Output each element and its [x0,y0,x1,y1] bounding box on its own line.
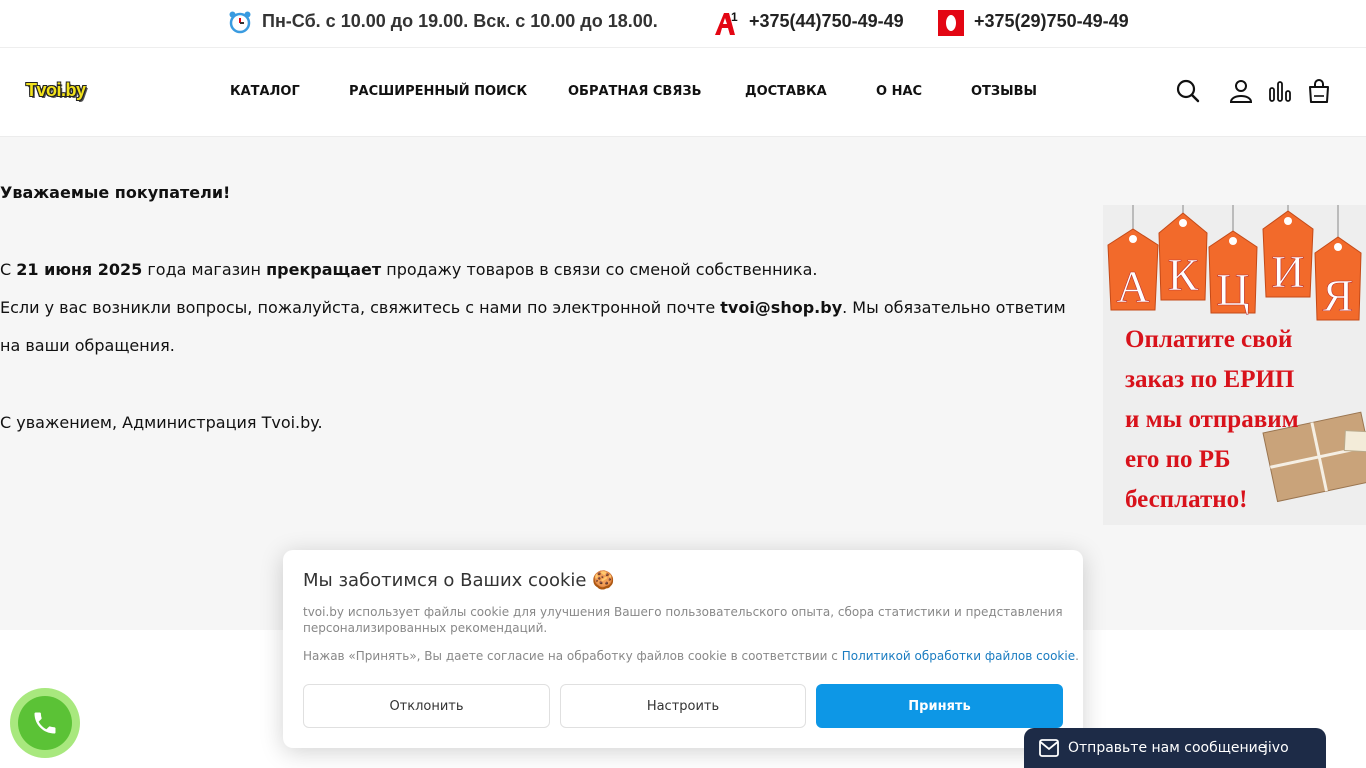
compare-icon[interactable] [1267,78,1293,104]
notice-email[interactable]: tvoi@shop.by [720,298,842,317]
jivo-logo: jivo [1264,740,1289,756]
notice-text: . Мы обязательно ответим [842,298,1066,317]
notice-text: Если у вас возникли вопросы, пожалуйста,… [0,298,721,317]
promo-graphic: А К Ц И Я Оплатите свой заказ по ЕРИП и … [1103,205,1366,525]
cookie-decline-button[interactable]: Отклонить [303,684,550,728]
a1-operator-icon: 1 [715,10,738,35]
cookie-consent-dialog: Мы заботимся о Ваших cookie 🍪 tvoi.by ис… [283,550,1083,748]
promo-line: заказ по ЕРИП [1125,366,1294,393]
svg-text:1: 1 [731,10,738,24]
notice-signature: С уважением, Администрация Tvoi.by. [0,413,323,432]
mts-operator-icon [938,10,964,36]
promo-line: его по РБ [1125,446,1231,473]
callback-button-inner [18,696,72,750]
user-icon[interactable] [1228,78,1254,104]
notice-text: продажу товаров в связи со сменой собств… [381,260,818,279]
promo-tag-letter: Я [1323,270,1354,321]
nav-delivery[interactable]: ДОСТАВКА [745,84,827,99]
notice-date: 21 июня 2025 [16,260,143,279]
nav-advanced-search[interactable]: РАСШИРЕННЫЙ ПОИСК [349,84,527,99]
site-logo[interactable]: Tvoi.by [26,80,86,101]
consent-suffix: . [1075,649,1079,663]
notice-greeting: Уважаемые покупатели! [0,183,231,202]
nav-reviews[interactable]: ОТЗЫВЫ [971,84,1037,99]
cookie-consent-text: Нажав «Принять», Вы даете согласие на об… [303,649,1079,663]
cookie-description: tvoi.by использует файлы cookie для улуч… [303,605,1063,635]
working-hours: Пн-Сб. с 10.00 до 19.00. Вск. с 10.00 до… [262,11,658,31]
chat-widget[interactable]: Отправьте нам сообщение jivo [1024,728,1326,768]
promo-tag-letter: К [1168,249,1199,300]
promo-tag-letter: И [1271,246,1304,297]
promo-line: и мы отправим [1125,406,1299,433]
cookie-title: Мы заботимся о Ваших cookie 🍪 [303,570,615,591]
envelope-icon [1039,739,1059,757]
promo-line: Оплатите свой [1125,326,1292,353]
notice-line-2: Если у вас возникли вопросы, пожалуйста,… [0,298,1066,317]
phone-icon [34,712,56,734]
notice-text: года магазин [142,260,267,279]
notice-verb: прекращает [266,260,382,279]
promo-banner[interactable]: А К Ц И Я Оплатите свой заказ по ЕРИП и … [1103,205,1366,525]
phone-mts[interactable]: +375(29)750-49-49 [974,11,1129,32]
callback-button[interactable] [10,688,80,758]
nav-feedback[interactable]: ОБРАТНАЯ СВЯЗЬ [568,84,702,99]
notice-line-3: на ваши обращения. [0,336,175,355]
nav-catalog[interactable]: КАТАЛОГ [230,84,300,99]
promo-tag-letter: А [1116,261,1149,312]
phone-a1[interactable]: +375(44)750-49-49 [749,11,904,32]
notice-line-1: С 21 июня 2025 года магазин прекращает п… [0,260,817,279]
cookie-policy-link[interactable]: Политикой обработки файлов cookie [842,649,1075,663]
site-header: Tvoi.by КАТАЛОГ РАСШИРЕННЫЙ ПОИСК ОБРАТН… [0,48,1366,137]
cart-icon[interactable] [1306,78,1332,104]
consent-prefix: Нажав «Принять», Вы даете согласие на об… [303,649,842,663]
top-info-bar: Пн-Сб. с 10.00 до 19.00. Вск. с 10.00 до… [0,0,1366,48]
alarm-clock-icon [229,11,251,34]
notice-text: С [0,260,17,279]
promo-tag-letter: Ц [1216,264,1249,315]
promo-line: бесплатно! [1125,486,1247,513]
nav-about[interactable]: О НАС [876,84,922,99]
cookie-accept-button[interactable]: Принять [816,684,1063,728]
chat-widget-label: Отправьте нам сообщение [1068,740,1267,756]
cookie-configure-button[interactable]: Настроить [560,684,806,728]
search-icon[interactable] [1175,78,1201,104]
